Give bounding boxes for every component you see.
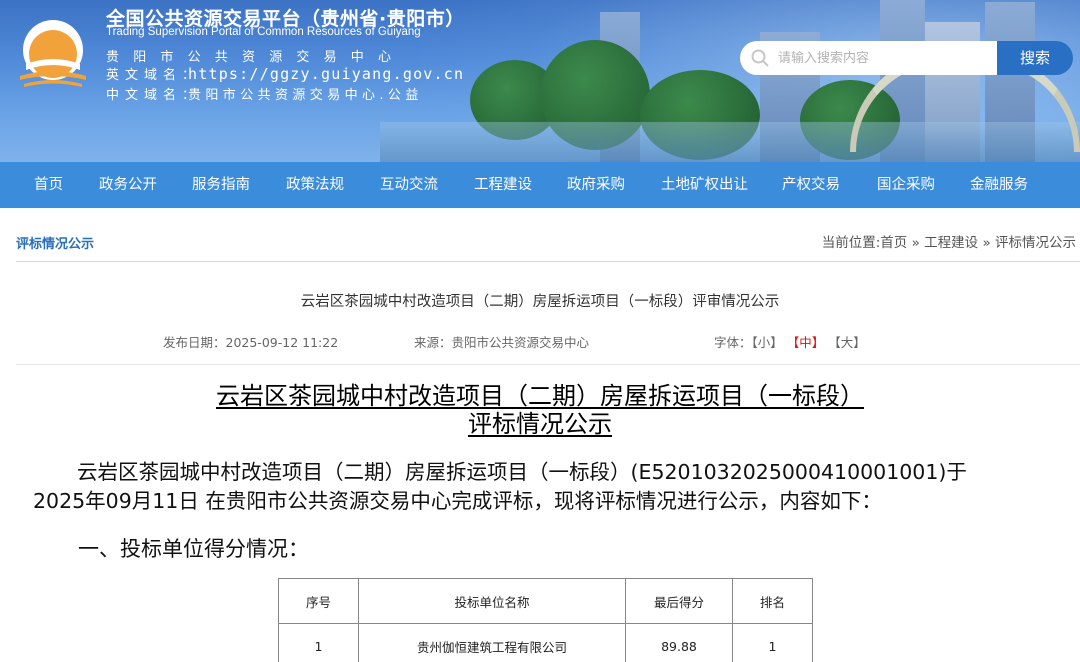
search-box (740, 41, 998, 75)
paragraph-line2: 2025年09月11日 在贵阳市公共资源交易中心完成评标，现将评标情况进行公示，… (33, 489, 882, 513)
search-icon (751, 49, 769, 67)
divider (16, 261, 1080, 262)
search-button[interactable]: 搜索 (997, 41, 1073, 75)
col-header-rank: 排名 (732, 578, 813, 624)
section-title: 评标情况公示 (16, 237, 95, 252)
article-source: 来源：贵阳市公共资源交易中心 (414, 335, 590, 350)
breadcrumb-prefix: 当前位置: (821, 235, 881, 251)
paragraph-line1: 云岩区茶园城中村改造项目（二期）房屋拆运项目（一标段）(E52010320250… (77, 460, 967, 484)
en-domain-line: 英文域名：https://ggzy.guiyang.gov.cn (106, 64, 464, 83)
header-banner: 全国公共资源交易平台（贵州省·贵阳市） Trading Supervision … (0, 0, 1080, 162)
breadcrumb-sep: » (911, 235, 920, 251)
cell-index: 1 (278, 623, 359, 662)
announcement-paragraph: 云岩区茶园城中村改造项目（二期）房屋拆运项目（一标段）(E52010320250… (33, 458, 1033, 516)
nav-item-gov-procurement[interactable]: 政府采购 (567, 162, 625, 208)
nav-item-property[interactable]: 产权交易 (782, 162, 840, 208)
article-title: 云岩区茶园城中村改造项目（二期）房屋拆运项目（一标段）评审情况公示 (300, 294, 780, 310)
nav-item-finance[interactable]: 金融服务 (970, 162, 1028, 208)
cell-score: 89.88 (625, 623, 733, 662)
cell-rank: 1 (732, 623, 813, 662)
font-size-controls: 字体：【小】 【中】 【大】 (714, 332, 866, 351)
site-subtitle-en: Trading Supervision Portal of Common Res… (106, 26, 421, 38)
font-size-medium[interactable]: 【中】 (787, 335, 825, 350)
font-size-large[interactable]: 【大】 (828, 335, 866, 350)
document-heading: 云岩区茶园城中村改造项目（二期）房屋拆运项目（一标段） 评标情况公示 (0, 382, 1080, 438)
publish-date: 发布日期：2025-09-12 11:22 (163, 335, 339, 350)
score-table: 序号 投标单位名称 最后得分 排名 1 贵州伽恒建筑工程有限公司 89.88 1 (278, 578, 813, 662)
cn-domain-label: 中文域名： (106, 88, 202, 103)
document-heading-line2: 评标情况公示 (468, 410, 612, 438)
nav-item-gov-affairs[interactable]: 政务公开 (99, 162, 157, 208)
nav-item-home[interactable]: 首页 (34, 162, 63, 208)
cn-domain-line: 中文域名：贵阳市公共资源交易中心.公益 (106, 84, 423, 103)
breadcrumb-construction[interactable]: 工程建设 (924, 235, 978, 251)
font-size-small[interactable]: 【小】 (752, 335, 783, 350)
breadcrumb-current[interactable]: 评标情况公示 (995, 235, 1076, 251)
document-heading-line1: 云岩区茶园城中村改造项目（二期）房屋拆运项目（一标段） (216, 382, 864, 410)
cell-bidder: 贵州伽恒建筑工程有限公司 (358, 623, 626, 662)
breadcrumb-home[interactable]: 首页 (880, 235, 907, 251)
nav-item-policy[interactable]: 政策法规 (286, 162, 344, 208)
sun-over-water-logo (20, 20, 86, 87)
table-row: 1 贵州伽恒建筑工程有限公司 89.88 1 (278, 623, 813, 662)
search-input[interactable] (778, 50, 978, 66)
nav-item-interaction[interactable]: 互动交流 (380, 162, 438, 208)
col-header-bidder: 投标单位名称 (358, 578, 626, 624)
col-header-index: 序号 (278, 578, 359, 624)
nav-item-construction[interactable]: 工程建设 (474, 162, 532, 208)
breadcrumb: 当前位置:首页 » 工程建设 » 评标情况公示 (822, 231, 1076, 251)
nav-item-land-mining[interactable]: 土地矿权出让 (661, 162, 748, 208)
section-one-heading: 一、投标单位得分情况： (78, 537, 309, 561)
divider (16, 364, 1080, 365)
nav-item-soe-procurement[interactable]: 国企采购 (877, 162, 935, 208)
main-nav: 首页 政务公开 服务指南 政策法规 互动交流 工程建设 政府采购 土地矿权出让 … (0, 162, 1080, 208)
font-size-label: 字体： (714, 335, 752, 350)
en-domain-label: 英文域名： (106, 68, 202, 83)
table-header-row: 序号 投标单位名称 最后得分 排名 (278, 578, 813, 624)
breadcrumb-sep: » (982, 235, 991, 251)
site-subtitle-cn: 贵阳市公共资源交易中心 (106, 50, 406, 65)
en-domain-value: https://ggzy.guiyang.gov.cn (188, 65, 465, 83)
nav-item-service-guide[interactable]: 服务指南 (192, 162, 250, 208)
cn-domain-value: 贵阳市公共资源交易中心.公益 (188, 88, 423, 103)
col-header-score: 最后得分 (625, 578, 733, 624)
